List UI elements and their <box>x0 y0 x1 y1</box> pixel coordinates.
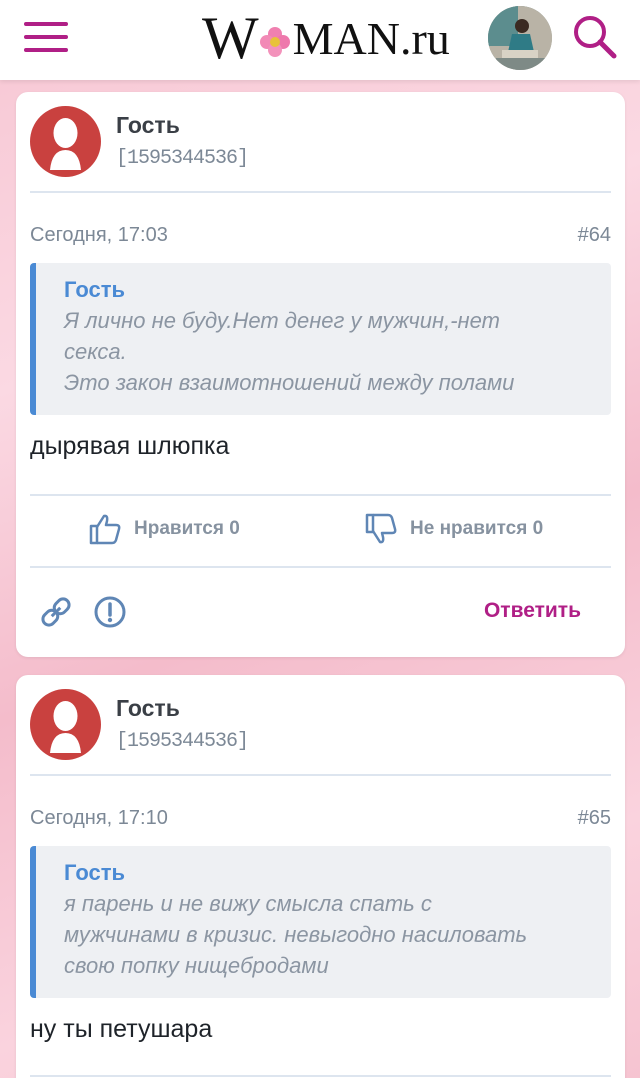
reply-button[interactable]: Ответить <box>484 599 581 623</box>
hamburger-menu-icon[interactable] <box>24 22 68 54</box>
comment-text: ну ты петушара <box>30 1015 213 1043</box>
dislike-button[interactable]: Не нравится 0 <box>364 512 543 546</box>
like-button[interactable]: Нравится 0 <box>88 512 240 546</box>
quote-author: Гость <box>64 277 126 302</box>
thumbs-down-icon <box>365 513 397 544</box>
divider <box>30 774 611 776</box>
quote-text: я парень и не вижу смысла спать с мужчин… <box>64 891 528 978</box>
post-number[interactable]: #64 <box>578 224 611 247</box>
flower-icon <box>259 26 291 58</box>
quote-block: Гость я парень и не вижу смысла спать с … <box>30 846 611 998</box>
link-icon[interactable] <box>38 594 74 635</box>
site-logo[interactable]: W MAN.ru <box>202 6 450 68</box>
user-avatar[interactable] <box>488 6 552 70</box>
divider <box>30 566 611 568</box>
comment-text: дырявая шлюпка <box>30 432 230 460</box>
dislike-label: Не нравится 0 <box>410 518 544 539</box>
author-name[interactable]: Гость <box>116 112 180 139</box>
comment-card: Гость [1595344536] Сегодня, 17:03 #64 Го… <box>16 92 625 657</box>
post-number[interactable]: #65 <box>578 807 611 830</box>
comment-card: Гость [1595344536] Сегодня, 17:10 #65 Го… <box>16 675 625 1078</box>
site-header: W MAN.ru <box>0 0 640 80</box>
search-icon[interactable] <box>570 12 620 62</box>
user-id: [1595344536] <box>116 730 249 753</box>
post-date: Сегодня, 17:03 <box>30 224 168 246</box>
quote-block: Гость Я лично не буду.Нет денег у мужчин… <box>30 263 611 415</box>
quote-text: Я лично не буду.Нет денег у мужчин,-нет … <box>64 308 515 395</box>
report-icon[interactable] <box>92 594 128 635</box>
author-name[interactable]: Гость <box>116 695 180 722</box>
thumbs-up-icon <box>89 514 121 545</box>
guest-avatar-icon[interactable] <box>30 689 101 760</box>
quote-author: Гость <box>64 860 126 885</box>
guest-avatar-icon[interactable] <box>30 106 101 177</box>
user-id: [1595344536] <box>116 147 249 170</box>
like-label: Нравится 0 <box>134 518 240 539</box>
divider <box>30 494 611 496</box>
post-date: Сегодня, 17:10 <box>30 807 168 829</box>
divider <box>30 191 611 193</box>
divider <box>30 1075 611 1077</box>
